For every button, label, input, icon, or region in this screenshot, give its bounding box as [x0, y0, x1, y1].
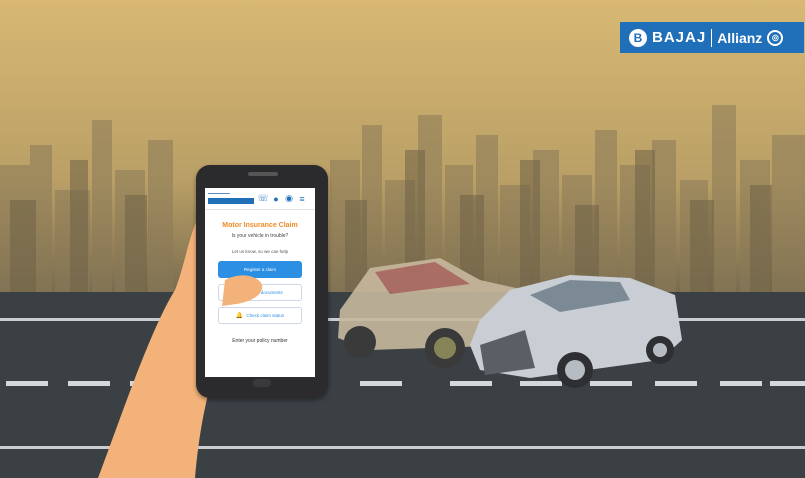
- phone-speaker: [248, 172, 278, 176]
- profile-icon[interactable]: ◉: [284, 193, 294, 204]
- check-claim-status-button[interactable]: 🔔 Check claim status: [218, 307, 302, 324]
- brand-name: BAJAJ: [652, 29, 707, 46]
- allianz-eagle-icon: ◎: [767, 29, 784, 46]
- bell-icon: 🔔: [235, 313, 244, 319]
- crashed-cars-illustration: [338, 258, 682, 388]
- app-logo: [208, 192, 255, 206]
- claim-illustration: B BAJAJ Allianz ◎ ☏ ● ◉ ≡ Motor Insuranc…: [0, 0, 805, 478]
- brand-partner: Allianz: [717, 29, 763, 46]
- upload-icon: ⇪: [237, 290, 243, 296]
- brand-divider: [711, 28, 713, 47]
- menu-icon[interactable]: ≡: [297, 194, 307, 204]
- register-claim-button[interactable]: Register a claim: [218, 261, 302, 278]
- screen-title: Motor Insurance Claim: [222, 222, 298, 229]
- app-header: ☏ ● ◉ ≡: [205, 188, 315, 210]
- phone-icon[interactable]: ☏: [257, 193, 268, 204]
- bajaj-badge-icon: B: [629, 28, 647, 47]
- screen-help-text: Let us know, so we can help: [231, 249, 289, 254]
- smartphone: ☏ ● ◉ ≡ Motor Insurance Claim Is your ve…: [196, 165, 328, 398]
- screen-subtitle: Is your vehicle in trouble?: [231, 233, 289, 239]
- policy-number-prompt: Enter your policy number: [232, 338, 288, 344]
- home-button[interactable]: [253, 379, 271, 387]
- upload-documents-button[interactable]: ⇪ Upload documents: [218, 284, 302, 301]
- road-edge-line: [0, 446, 805, 449]
- user-icon[interactable]: ●: [271, 194, 281, 204]
- phone-screen: ☏ ● ◉ ≡ Motor Insurance Claim Is your ve…: [205, 188, 315, 377]
- bajaj-allianz-logo: B BAJAJ Allianz ◎: [620, 22, 804, 53]
